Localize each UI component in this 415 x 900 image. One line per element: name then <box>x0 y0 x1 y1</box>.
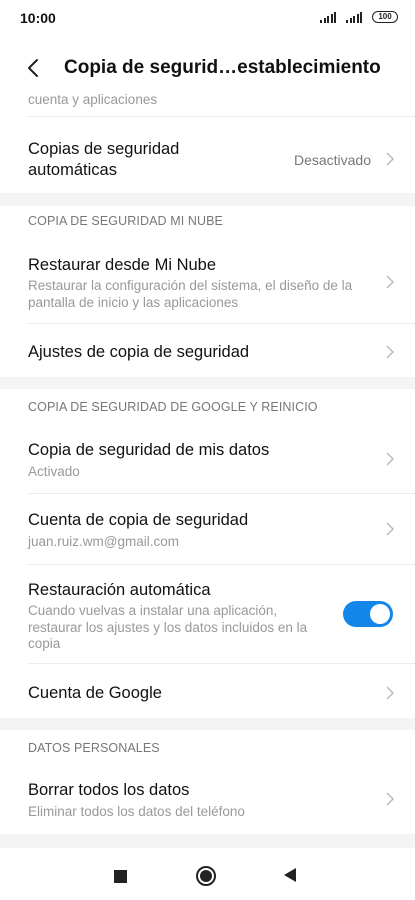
item-subtitle: juan.ruiz.wm@gmail.com <box>28 534 179 549</box>
back-icon[interactable] <box>284 868 296 882</box>
section-gap <box>0 834 415 848</box>
backup-account-item[interactable]: Cuenta de copia de seguridad juan.ruiz.w… <box>0 494 415 564</box>
chevron-right-icon <box>386 345 395 359</box>
chevron-right-icon <box>386 152 395 166</box>
section-gap <box>0 193 415 206</box>
toggle-knob <box>370 604 390 624</box>
item-subtitle: Restaurar la configuración del sistema, … <box>28 278 353 310</box>
back-icon[interactable] <box>22 54 46 82</box>
google-account-item[interactable]: Cuenta de Google <box>0 664 415 718</box>
signal-icon <box>320 11 336 23</box>
chevron-right-icon <box>386 522 395 536</box>
app-header: Copia de segurid…establecimiento <box>0 46 415 90</box>
auto-backup-value: Desactivado <box>293 152 371 168</box>
section-gap <box>0 377 415 389</box>
item-subtitle: cuenta y aplicaciones <box>28 92 158 107</box>
status-bar: 10:00 100 <box>0 0 415 40</box>
item-title: Restauración automática <box>28 581 211 599</box>
chevron-right-icon <box>386 452 395 466</box>
navigation-bar <box>0 852 415 900</box>
chevron-right-icon <box>386 686 395 700</box>
item-subtitle: Activado <box>28 464 80 479</box>
item-title: Copias de seguridad automáticas <box>28 140 180 179</box>
backup-my-data-item[interactable]: Copia de seguridad de mis datos Activado <box>0 423 415 493</box>
item-title: Borrar todos los datos <box>28 781 190 799</box>
chevron-right-icon <box>386 275 395 289</box>
item-subtitle: Cuando vuelvas a instalar una aplicación… <box>28 603 308 651</box>
auto-backup-item[interactable]: Copias de seguridad automáticas Desactiv… <box>0 117 415 193</box>
section-gap <box>0 718 415 730</box>
status-icons: 100 <box>320 11 398 23</box>
status-time: 10:00 <box>20 10 56 26</box>
recents-icon[interactable] <box>114 870 127 883</box>
settings-list: cuenta y aplicaciones Copias de segurida… <box>0 90 415 848</box>
auto-restore-item: Restauración automática Cuando vuelvas a… <box>0 565 415 663</box>
item-title: Cuenta de Google <box>28 684 162 702</box>
item-subtitle: Eliminar todos los datos del teléfono <box>28 804 245 819</box>
home-icon[interactable] <box>196 866 216 886</box>
section-header-personal: DATOS PERSONALES <box>28 741 160 755</box>
item-title: Copia de seguridad de mis datos <box>28 441 270 459</box>
auto-restore-toggle[interactable] <box>343 601 393 627</box>
section-header-mi-cloud: COPIA DE SEGURIDAD MI NUBE <box>28 214 223 228</box>
restore-mi-cloud-item[interactable]: Restaurar desde Mi Nube Restaurar la con… <box>0 236 415 323</box>
list-item-partial[interactable]: cuenta y aplicaciones <box>0 90 415 116</box>
item-title: Ajustes de copia de seguridad <box>28 343 250 361</box>
signal-icon <box>346 11 362 23</box>
erase-all-data-item[interactable]: Borrar todos los datos Eliminar todos lo… <box>0 764 415 834</box>
page-title: Copia de segurid…establecimiento <box>64 57 381 78</box>
battery-icon: 100 <box>372 11 398 23</box>
item-title: Restaurar desde Mi Nube <box>28 256 217 274</box>
section-header-google: COPIA DE SEGURIDAD DE GOOGLE Y REINICIO <box>28 400 318 414</box>
backup-settings-item[interactable]: Ajustes de copia de seguridad <box>0 324 415 377</box>
chevron-right-icon <box>386 792 395 806</box>
item-title: Cuenta de copia de seguridad <box>28 511 249 529</box>
